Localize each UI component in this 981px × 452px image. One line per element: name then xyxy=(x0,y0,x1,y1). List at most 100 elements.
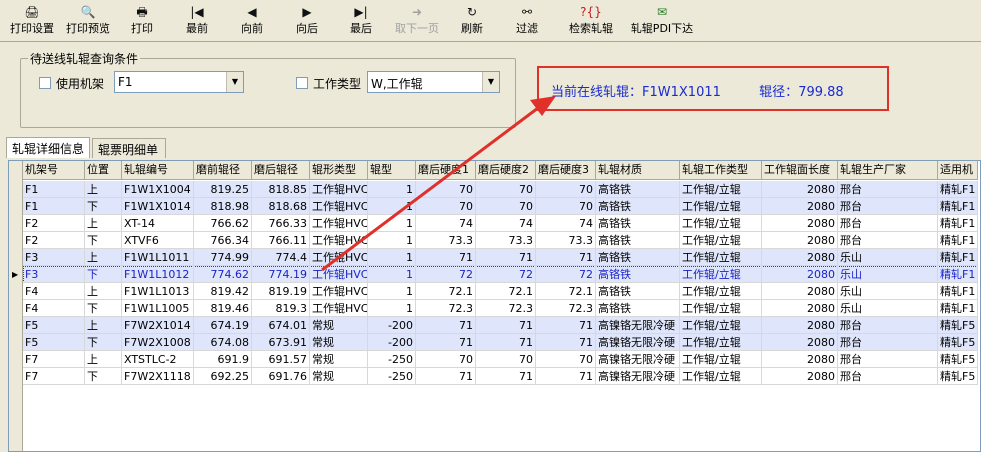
cell-roll-work-type[interactable]: 工作辊/立辊 xyxy=(680,351,762,368)
cell-hardness-2[interactable]: 71 xyxy=(476,368,536,385)
cell-hardness-3[interactable]: 74 xyxy=(536,215,596,232)
cell-hardness-3[interactable]: 70 xyxy=(536,351,596,368)
cell-crown[interactable]: 1 xyxy=(368,198,416,215)
cell-stand-no[interactable]: F4 xyxy=(23,300,85,317)
cell-hardness-1[interactable]: 71 xyxy=(416,317,476,334)
cell-diameter-after[interactable]: 774.4 xyxy=(252,249,310,266)
cell-hardness-1[interactable]: 70 xyxy=(416,181,476,198)
prev-record-button[interactable]: ◀ 向前 xyxy=(238,3,266,39)
cell-roll-id[interactable]: XTSTLC-2 xyxy=(122,351,194,368)
cell-hardness-3[interactable]: 72.1 xyxy=(536,283,596,300)
cell-crown[interactable]: 1 xyxy=(368,300,416,317)
cell-hardness-3[interactable]: 71 xyxy=(536,317,596,334)
table-row[interactable]: F7 下 F7W2X1118 692.25 691.76 常规 -250 71 71 71 高镍铬无… xyxy=(23,368,978,385)
cell-manufacturer[interactable]: 乐山 xyxy=(838,283,938,300)
cell-applicable-stand[interactable]: 精轧F1 xyxy=(938,181,978,198)
cell-roll-work-type[interactable]: 工作辊/立辊 xyxy=(680,181,762,198)
cell-crown[interactable]: 1 xyxy=(368,249,416,266)
table-row[interactable]: F1 上 F1W1X1004 819.25 818.85 工作辊HVC 1 70 70 70 高铬铁… xyxy=(23,181,978,198)
col-header-hardness-1[interactable]: 磨后硬度1 xyxy=(416,161,476,180)
cell-diameter-before[interactable]: 674.08 xyxy=(194,334,252,351)
cell-stand-no[interactable]: F2 xyxy=(23,232,85,249)
cell-face-length[interactable]: 2080 xyxy=(762,317,838,334)
cell-crown[interactable]: 1 xyxy=(368,232,416,249)
print-button[interactable]: 🖶 打印 xyxy=(126,3,158,39)
cell-hardness-1[interactable]: 70 xyxy=(416,351,476,368)
col-header-manufacturer[interactable]: 轧辊生产厂家 xyxy=(838,161,938,180)
chevron-down-icon[interactable]: ▼ xyxy=(482,72,499,92)
next-page-button[interactable]: ➜ 取下一页 xyxy=(391,3,443,39)
cell-roll-work-type[interactable]: 工作辊/立辊 xyxy=(680,283,762,300)
cell-hardness-2[interactable]: 72.1 xyxy=(476,283,536,300)
cell-roll-material[interactable]: 高铬铁 xyxy=(596,249,680,266)
cell-crown[interactable]: -200 xyxy=(368,317,416,334)
cell-position[interactable]: 上 xyxy=(85,215,122,232)
cell-diameter-before[interactable]: 774.62 xyxy=(194,266,252,283)
cell-diameter-before[interactable]: 819.46 xyxy=(194,300,252,317)
col-header-diameter-before[interactable]: 磨前辊径 xyxy=(194,161,252,180)
cell-profile-type[interactable]: 常规 xyxy=(310,317,368,334)
cell-roll-material[interactable]: 高铬铁 xyxy=(596,283,680,300)
cell-crown[interactable]: -250 xyxy=(368,368,416,385)
cell-stand-no[interactable]: F7 xyxy=(23,351,85,368)
cell-manufacturer[interactable]: 乐山 xyxy=(838,249,938,266)
cell-applicable-stand[interactable]: 精轧F1 xyxy=(938,198,978,215)
cell-profile-type[interactable]: 工作辊HVC xyxy=(310,266,368,283)
roll-pdi-issue-button[interactable]: ✉ 轧辊PDI下达 xyxy=(628,3,696,39)
cell-face-length[interactable]: 2080 xyxy=(762,198,838,215)
cell-position[interactable]: 下 xyxy=(85,198,122,215)
cell-hardness-3[interactable]: 70 xyxy=(536,198,596,215)
cell-roll-id[interactable]: F1W1L1005 xyxy=(122,300,194,317)
cell-roll-id[interactable]: F7W2X1014 xyxy=(122,317,194,334)
print-settings-button[interactable]: 🖨 打印设置 xyxy=(6,3,58,39)
cell-hardness-3[interactable]: 72.3 xyxy=(536,300,596,317)
cell-face-length[interactable]: 2080 xyxy=(762,283,838,300)
cell-hardness-2[interactable]: 71 xyxy=(476,317,536,334)
cell-hardness-2[interactable]: 73.3 xyxy=(476,232,536,249)
cell-profile-type[interactable]: 工作辊HVC xyxy=(310,181,368,198)
cell-position[interactable]: 上 xyxy=(85,351,122,368)
cell-roll-id[interactable]: F1W1X1004 xyxy=(122,181,194,198)
cell-diameter-after[interactable]: 691.76 xyxy=(252,368,310,385)
stand-select[interactable]: F1 ▼ xyxy=(114,71,244,93)
cell-roll-work-type[interactable]: 工作辊/立辊 xyxy=(680,215,762,232)
next-record-button[interactable]: ▶ 向后 xyxy=(293,3,321,39)
cell-manufacturer[interactable]: 邢台 xyxy=(838,232,938,249)
cell-face-length[interactable]: 2080 xyxy=(762,215,838,232)
tab-roll-details[interactable]: 轧辊详细信息 xyxy=(6,137,90,158)
cell-position[interactable]: 下 xyxy=(85,300,122,317)
cell-profile-type[interactable]: 工作辊HVC xyxy=(310,232,368,249)
cell-hardness-2[interactable]: 72.3 xyxy=(476,300,536,317)
cell-roll-material[interactable]: 高镍铬无限冷硬 xyxy=(596,368,680,385)
cell-crown[interactable]: -200 xyxy=(368,334,416,351)
table-row[interactable]: F2 下 XTVF6 766.34 766.11 工作辊HVC 1 73.3 73.3 73.3 高… xyxy=(23,232,978,249)
cell-diameter-before[interactable]: 819.42 xyxy=(194,283,252,300)
cell-hardness-3[interactable]: 71 xyxy=(536,368,596,385)
cell-face-length[interactable]: 2080 xyxy=(762,368,838,385)
cell-profile-type[interactable]: 工作辊HVC xyxy=(310,283,368,300)
cell-roll-work-type[interactable]: 工作辊/立辊 xyxy=(680,266,762,283)
cell-crown[interactable]: 1 xyxy=(368,181,416,198)
cell-profile-type[interactable]: 常规 xyxy=(310,334,368,351)
cell-manufacturer[interactable]: 邢台 xyxy=(838,317,938,334)
cell-diameter-after[interactable]: 819.3 xyxy=(252,300,310,317)
cell-face-length[interactable]: 2080 xyxy=(762,334,838,351)
col-header-roll-id[interactable]: 轧辊编号 xyxy=(122,161,194,180)
use-stand-checkbox[interactable] xyxy=(39,77,51,89)
cell-diameter-after[interactable]: 673.91 xyxy=(252,334,310,351)
cell-diameter-after[interactable]: 818.68 xyxy=(252,198,310,215)
cell-crown[interactable]: -250 xyxy=(368,351,416,368)
cell-diameter-before[interactable]: 766.34 xyxy=(194,232,252,249)
refresh-button[interactable]: ↻ 刷新 xyxy=(458,3,486,39)
cell-roll-work-type[interactable]: 工作辊/立辊 xyxy=(680,317,762,334)
cell-roll-work-type[interactable]: 工作辊/立辊 xyxy=(680,198,762,215)
cell-hardness-2[interactable]: 74 xyxy=(476,215,536,232)
cell-stand-no[interactable]: F1 xyxy=(23,181,85,198)
cell-applicable-stand[interactable]: 精轧F1 xyxy=(938,249,978,266)
cell-crown[interactable]: 1 xyxy=(368,266,416,283)
col-header-diameter-after[interactable]: 磨后辊径 xyxy=(252,161,310,180)
filter-button[interactable]: ⚯ 过滤 xyxy=(513,3,541,39)
cell-face-length[interactable]: 2080 xyxy=(762,181,838,198)
col-header-crown[interactable]: 辊型 xyxy=(368,161,416,180)
cell-position[interactable]: 下 xyxy=(85,266,122,283)
